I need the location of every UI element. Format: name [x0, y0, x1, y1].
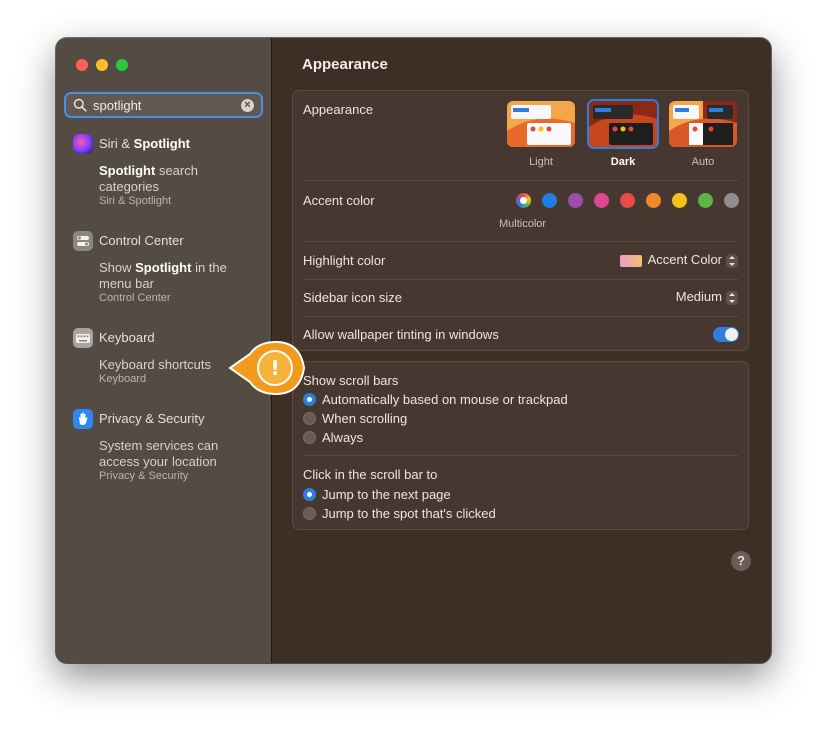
search-icon — [73, 98, 87, 117]
highlight-swatch — [619, 254, 642, 267]
accent-graphite-swatch[interactable] — [724, 193, 739, 208]
appearance-label: Appearance — [303, 102, 374, 117]
accent-multicolor-swatch[interactable] — [516, 193, 531, 208]
divider — [303, 316, 738, 317]
sidebar-item-keyboard[interactable]: Keyboard — [99, 330, 155, 345]
search-field[interactable]: spotlight × — [64, 92, 263, 118]
search-result-show-spotlight-menu-bar[interactable]: Show Spotlight in the menu bar — [99, 260, 249, 292]
search-result-location: Siri & Spotlight — [99, 195, 172, 207]
control-center-icon — [73, 231, 93, 251]
zoom-window-button[interactable] — [116, 59, 128, 71]
minimize-window-button[interactable] — [96, 59, 108, 71]
accent-pink-swatch[interactable] — [594, 193, 609, 208]
keyboard-icon — [73, 328, 93, 348]
hand-icon — [73, 409, 93, 429]
radio-scroll-automatic[interactable]: Automatically based on mouse or trackpad — [303, 392, 568, 408]
clear-search-icon[interactable]: × — [241, 99, 254, 112]
search-result-location: Privacy & Security — [99, 470, 189, 482]
click-scroll-bar-label: Click in the scroll bar to — [303, 467, 438, 482]
accent-green-swatch[interactable] — [698, 193, 713, 208]
appearance-auto-label: Auto — [691, 156, 715, 168]
search-result-location-services[interactable]: System services can access your location — [99, 438, 249, 470]
close-window-button[interactable] — [76, 59, 88, 71]
accent-orange-swatch[interactable] — [646, 193, 661, 208]
divider — [303, 279, 738, 280]
wallpaper-tinting-label: Allow wallpaper tinting in windows — [303, 327, 499, 342]
divider — [303, 241, 738, 242]
page-title: Appearance — [302, 56, 388, 73]
scroll-bars-panel: Show scroll bars Automatically based on … — [292, 361, 749, 530]
divider — [303, 180, 738, 181]
accent-red-swatch[interactable] — [620, 193, 635, 208]
appearance-dark-thumbnail[interactable] — [587, 99, 659, 149]
chevron-updown-icon — [726, 253, 738, 268]
divider — [303, 455, 738, 456]
siri-icon — [73, 134, 93, 154]
sidebar-item-siri-spotlight[interactable]: Siri & Spotlight — [99, 136, 190, 151]
appearance-light-label: Light — [529, 156, 553, 168]
sidebar-item-privacy-security[interactable]: Privacy & Security — [99, 411, 204, 426]
show-scroll-bars-label: Show scroll bars — [303, 373, 399, 388]
appearance-panel: Appearance Light Dark Auto Accent color — [292, 90, 749, 351]
accent-purple-swatch[interactable] — [568, 193, 583, 208]
callout-symbol: ! — [270, 356, 279, 380]
appearance-dark-label: Dark — [610, 156, 636, 168]
help-button[interactable]: ? — [731, 551, 751, 571]
wallpaper-tinting-toggle[interactable] — [713, 327, 739, 342]
accent-selected-label: Multicolor — [499, 218, 547, 230]
appearance-light-thumbnail[interactable] — [507, 101, 575, 147]
settings-window: spotlight × Siri & Spotlight Spotlight s… — [56, 38, 771, 663]
sidebar-item-control-center[interactable]: Control Center — [99, 233, 184, 248]
accent-yellow-swatch[interactable] — [672, 193, 687, 208]
appearance-auto-thumbnail[interactable] — [669, 101, 737, 147]
search-result-location: Keyboard — [99, 373, 147, 385]
main-pane: Appearance Appearance Light Dark Auto Ac… — [272, 38, 771, 663]
sidebar-icon-size-popup[interactable]: Medium — [676, 289, 738, 305]
accent-color-label: Accent color — [303, 193, 375, 208]
highlight-color-popup[interactable]: Accent Color — [619, 252, 738, 268]
radio-scroll-when-scrolling[interactable]: When scrolling — [303, 411, 407, 427]
chevron-updown-icon — [726, 290, 738, 305]
search-input[interactable]: spotlight — [93, 98, 141, 113]
search-result-location: Control Center — [99, 292, 171, 304]
search-result-spotlight-categories[interactable]: Spotlight search categories — [99, 163, 249, 195]
warning-callout-icon: ! — [228, 340, 306, 396]
accent-blue-swatch[interactable] — [542, 193, 557, 208]
highlight-color-label: Highlight color — [303, 253, 386, 268]
radio-jump-to-spot[interactable]: Jump to the spot that's clicked — [303, 506, 496, 522]
radio-scroll-always[interactable]: Always — [303, 430, 363, 446]
radio-jump-next-page[interactable]: Jump to the next page — [303, 487, 451, 503]
sidebar-icon-size-label: Sidebar icon size — [303, 290, 402, 305]
